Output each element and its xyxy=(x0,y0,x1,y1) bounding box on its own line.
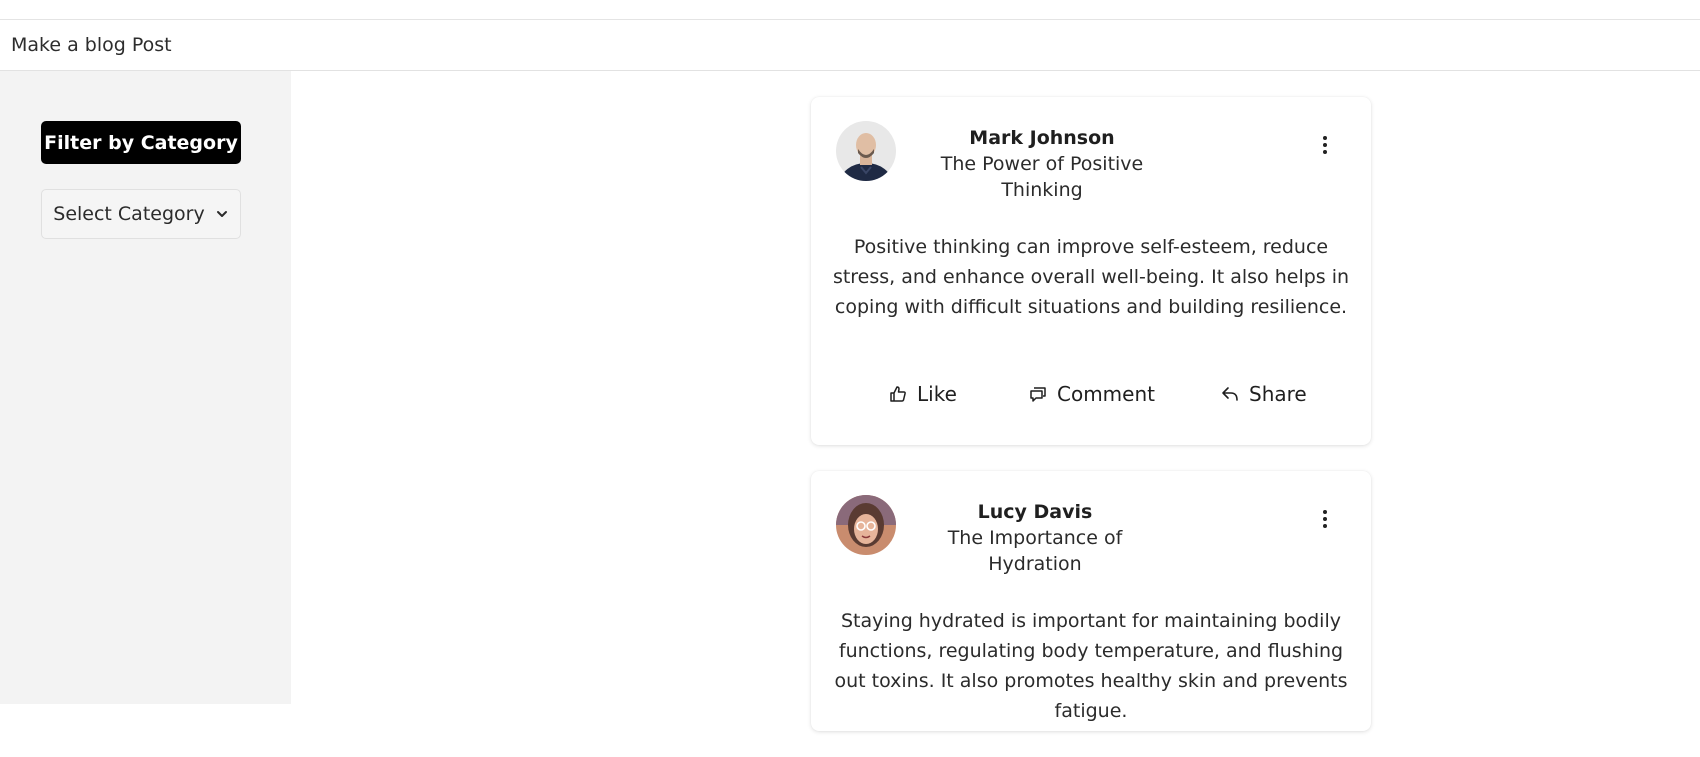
more-vertical-icon[interactable] xyxy=(1319,133,1331,157)
sidebar: Filter by Category Select Category xyxy=(0,71,291,704)
chevron-down-icon xyxy=(216,211,227,217)
select-category-dropdown[interactable]: Select Category xyxy=(41,189,241,239)
post-title: The Power of Positive Thinking xyxy=(940,153,1144,201)
post-title: The Importance of Hydration xyxy=(947,527,1123,575)
top-bar xyxy=(0,0,1700,20)
comment-icon xyxy=(1030,387,1046,402)
select-category-label: Select Category xyxy=(53,203,205,225)
comment-label: Comment xyxy=(1057,382,1155,406)
post-body: Staying hydrated is important for mainta… xyxy=(834,610,1348,722)
more-vertical-icon[interactable] xyxy=(1319,507,1331,531)
share-button[interactable]: Share xyxy=(1221,382,1307,406)
share-icon xyxy=(1222,387,1238,401)
post-card: Lucy Davis The Importance of Hydration S… xyxy=(811,471,1371,731)
share-label: Share xyxy=(1249,382,1307,406)
filter-by-category-button[interactable]: Filter by Category xyxy=(41,121,241,164)
author-name[interactable]: Mark Johnson xyxy=(911,125,1173,151)
thumbs-up-icon xyxy=(890,386,906,402)
avatar xyxy=(836,121,896,181)
post-body: Positive thinking can improve self-estee… xyxy=(832,236,1350,318)
post-actions: Like Comment Share xyxy=(811,382,1371,414)
comment-button[interactable]: Comment xyxy=(1029,382,1155,406)
like-button[interactable]: Like xyxy=(889,382,957,406)
author-name[interactable]: Lucy Davis xyxy=(911,499,1159,525)
post-card: Mark Johnson The Power of Positive Think… xyxy=(811,97,1371,445)
post-feed: Mark Johnson The Power of Positive Think… xyxy=(811,97,1371,757)
post-header: Lucy Davis The Importance of Hydration xyxy=(911,499,1159,577)
make-blog-post-link[interactable]: Make a blog Post xyxy=(11,34,172,56)
like-label: Like xyxy=(917,382,957,406)
avatar xyxy=(836,495,896,555)
post-header: Mark Johnson The Power of Positive Think… xyxy=(911,125,1173,203)
header: Make a blog Post xyxy=(0,20,1700,71)
